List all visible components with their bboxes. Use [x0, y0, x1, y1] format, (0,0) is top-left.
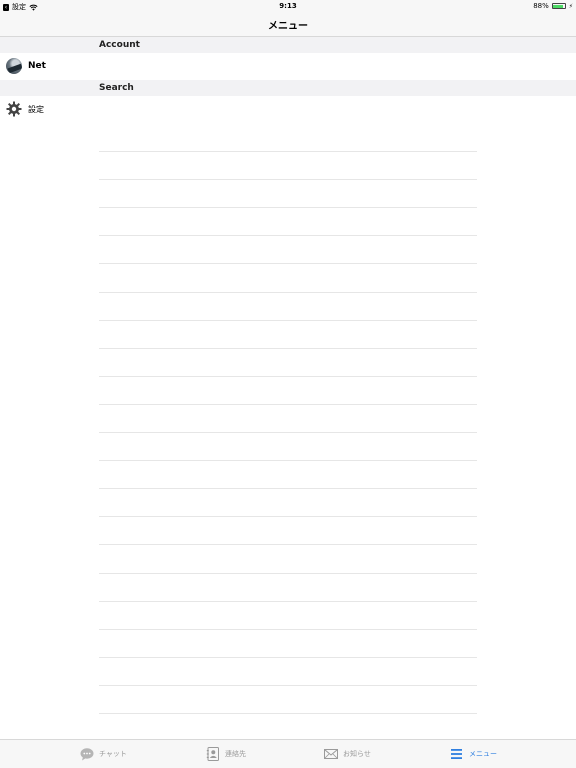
account-row[interactable]: Net — [0, 53, 576, 81]
empty-row-line — [99, 180, 477, 209]
empty-row-line — [99, 658, 477, 686]
status-time: 9:13 — [279, 2, 297, 10]
avatar — [6, 58, 22, 74]
empty-row-line — [99, 405, 477, 434]
section-header-search-label: Search — [99, 83, 134, 93]
account-name: Net — [28, 61, 46, 71]
empty-row-line — [99, 433, 477, 462]
empty-row-line — [99, 630, 477, 658]
empty-row-line — [99, 574, 477, 602]
tab-notice[interactable]: お知らせ — [324, 747, 371, 761]
tab-menu[interactable]: メニュー — [450, 747, 497, 761]
battery-icon — [551, 3, 566, 9]
empty-row-line — [99, 517, 477, 546]
empty-row-line — [99, 377, 477, 405]
battery-percent: 88% — [533, 2, 549, 10]
settings-row[interactable]: 設定 — [0, 96, 576, 124]
settings-label: 設定 — [28, 105, 44, 114]
menu-lines-icon — [451, 749, 462, 759]
empty-row-line — [99, 236, 477, 265]
tab-bar: チャット 連絡先 お知らせ メニュー — [0, 739, 576, 768]
empty-row-line — [99, 264, 477, 293]
status-right: 88% ⚡ — [533, 2, 573, 10]
battery-fill — [553, 4, 563, 8]
charging-icon: ⚡ — [568, 2, 573, 10]
navigation-bar: メニュー — [0, 12, 576, 37]
tab-chat[interactable]: チャット — [80, 747, 127, 761]
section-header-account-label: Account — [99, 40, 140, 50]
empty-row-line — [99, 461, 477, 490]
gear-icon — [6, 101, 22, 117]
tab-contacts[interactable]: 連絡先 — [206, 747, 246, 761]
empty-row-line — [99, 489, 477, 518]
envelope-icon — [324, 749, 338, 759]
empty-row-line — [99, 208, 477, 237]
empty-row-line — [99, 293, 477, 321]
empty-row-line — [99, 349, 477, 377]
tab-chat-label: チャット — [99, 750, 127, 758]
empty-row-line — [99, 152, 477, 181]
empty-list-lines — [99, 124, 477, 714]
empty-row-line — [99, 686, 477, 714]
tab-menu-label: メニュー — [469, 750, 497, 758]
tab-notice-label: お知らせ — [343, 750, 371, 758]
chat-bubble-icon — [80, 748, 94, 761]
contacts-book-icon — [206, 747, 219, 761]
empty-row-line — [99, 602, 477, 630]
empty-row-line — [99, 545, 477, 574]
empty-row-line — [99, 321, 477, 349]
empty-row-line — [99, 124, 477, 153]
section-header-search: Search — [0, 80, 576, 96]
tab-contacts-label: 連絡先 — [225, 750, 246, 758]
section-header-account: Account — [0, 37, 576, 53]
page-title: メニュー — [268, 21, 308, 32]
status-bar: ‹ 設定 9:13 88% ⚡ — [0, 0, 576, 12]
